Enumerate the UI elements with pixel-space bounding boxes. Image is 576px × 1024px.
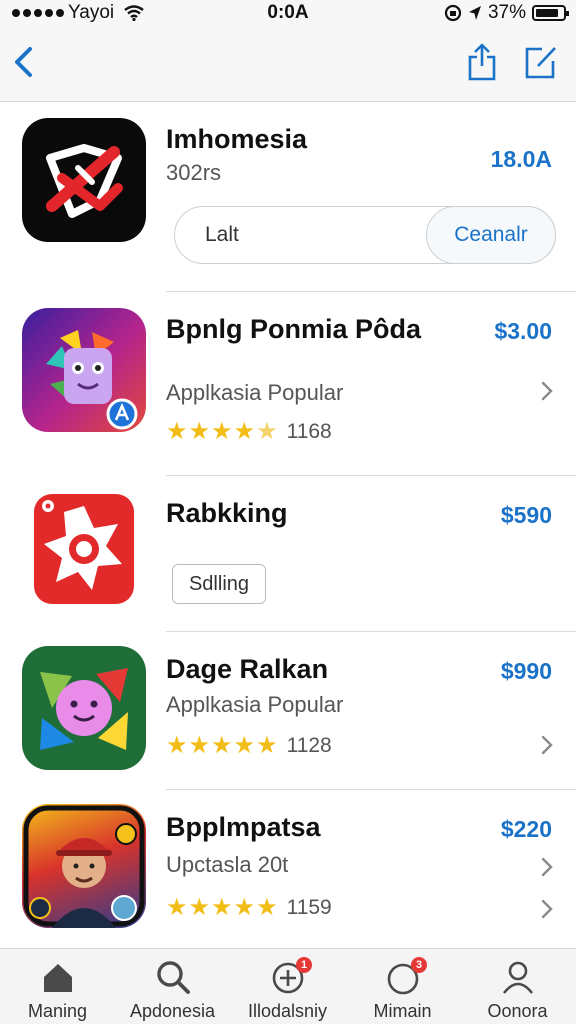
app-subtitle: 302rs <box>166 160 222 185</box>
star-icon: ★ <box>233 894 256 921</box>
price-button[interactable]: $3.00 <box>494 318 552 345</box>
list-item[interactable]: Rabkking $590 Sdlling <box>0 476 576 632</box>
app-subtitle: Upctasla 20t <box>166 852 289 877</box>
app-title: Bpplmpatsa <box>166 812 321 842</box>
chevron-right-icon[interactable] <box>540 734 554 756</box>
star-icon: ★ <box>256 894 278 921</box>
tab-label: Apdonesia <box>129 1001 216 1021</box>
price-button[interactable]: 18.0A <box>491 146 552 173</box>
search-icon <box>157 961 190 994</box>
star-icon: ★ <box>233 732 256 759</box>
star-icon: ★ <box>188 418 211 445</box>
segment-right-option[interactable]: Ceanalr <box>426 206 556 264</box>
person-icon <box>502 961 534 994</box>
list-item[interactable]: Dage Ralkan Applkasia Popular $990 ★ ★ ★… <box>0 632 576 790</box>
segmented-control: Lalt Ceanalr <box>174 206 556 264</box>
tab-label: Oonora <box>487 1001 548 1021</box>
navigation-bar <box>0 26 576 102</box>
price-button[interactable]: $990 <box>501 658 552 685</box>
setting-button[interactable]: Sdlling <box>172 564 266 604</box>
notification-badge: 3 <box>411 957 427 973</box>
rating-count: 1168 <box>286 420 332 443</box>
star-rating: ★ ★ ★ ★ ★ 1168 <box>166 420 332 444</box>
chevron-right-icon[interactable] <box>540 898 554 920</box>
app-title: Imhomesia <box>166 124 308 154</box>
compose-icon[interactable] <box>524 44 558 80</box>
star-icon: ★ <box>188 732 211 759</box>
tab-search[interactable]: Apdonesia <box>115 949 230 1024</box>
status-right: 37% <box>444 2 569 24</box>
back-chevron-icon[interactable] <box>8 42 38 82</box>
green-puzzle-face-icon <box>22 646 146 770</box>
star-icon: ★ <box>166 894 188 921</box>
price-button[interactable]: $220 <box>501 816 552 843</box>
home-icon <box>44 964 72 992</box>
share-icon[interactable] <box>466 42 498 82</box>
rotation-lock-icon <box>444 4 462 22</box>
chevron-right-icon[interactable] <box>540 856 554 878</box>
star-icon: ★ <box>211 732 233 759</box>
status-bar: Yayoi 0:0A 37% <box>0 0 576 26</box>
app-title: Rabkking <box>166 498 288 528</box>
star-icon: ★ <box>233 418 256 445</box>
star-icon: ★ <box>166 732 188 759</box>
tab-label: Maning <box>27 1001 88 1021</box>
colorful-monster-icon <box>22 308 146 432</box>
segment-left-option[interactable]: Lalt <box>205 223 239 247</box>
star-icon: ★ <box>256 732 278 759</box>
tab-home[interactable]: Maning <box>0 949 115 1024</box>
battery-icon <box>532 5 569 21</box>
app-title: Bpnlg Ponmia Pôda <box>166 314 422 344</box>
notification-badge: 1 <box>296 957 312 973</box>
star-rating: ★ ★ ★ ★ ★ 1128 <box>166 734 332 758</box>
red-arrow-logo-icon <box>22 118 146 242</box>
rating-count: 1128 <box>286 734 332 757</box>
list-item[interactable]: Bpplmpatsa Upctasla 20t $220 ★ ★ ★ ★ ★ 1… <box>0 790 576 948</box>
star-rating: ★ ★ ★ ★ ★ 1159 <box>166 896 332 920</box>
tab-label: Illodalsniy <box>247 1001 328 1021</box>
app-subtitle: Applkasia Popular <box>166 692 344 717</box>
half-star-icon: ★ <box>256 418 278 445</box>
tab-bar: Maning Apdonesia 1 Illodalsniy 3 Mimain … <box>0 948 576 1024</box>
list-item[interactable]: Bpnlg Ponmia Pôda Applkasia Popular $3.0… <box>0 292 576 476</box>
tab-profile[interactable]: Oonora <box>460 949 575 1024</box>
person-hat-poster-icon <box>22 804 146 928</box>
tab-updates[interactable]: 3 Mimain <box>345 949 460 1024</box>
app-title: Dage Ralkan <box>166 654 329 684</box>
star-icon: ★ <box>211 418 233 445</box>
price-button[interactable]: $590 <box>501 502 552 529</box>
tab-label: Mimain <box>373 1001 432 1021</box>
battery-percent: 37% <box>487 2 526 23</box>
list-item[interactable]: Imhomesia 302rs 18.0A Lalt Ceanalr <box>0 102 576 292</box>
chevron-right-icon[interactable] <box>540 380 554 402</box>
rating-count: 1159 <box>286 896 332 919</box>
app-subtitle: Applkasia Popular <box>166 380 344 405</box>
red-gear-icon <box>34 494 134 604</box>
star-icon: ★ <box>188 894 211 921</box>
star-icon: ★ <box>166 418 188 445</box>
star-icon: ★ <box>211 894 233 921</box>
location-arrow-icon <box>468 6 481 20</box>
tab-add[interactable]: 1 Illodalsniy <box>230 949 345 1024</box>
